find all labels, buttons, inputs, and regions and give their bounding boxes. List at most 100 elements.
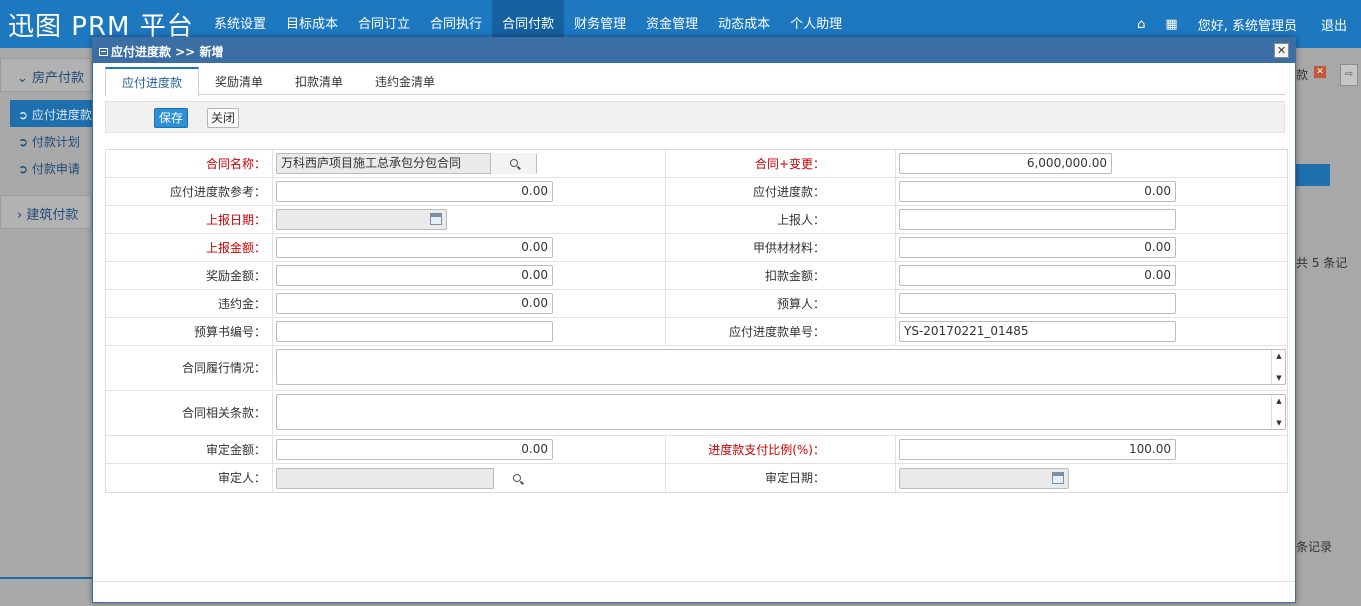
pay-ratio-label: 进度款支付比例(%)： xyxy=(666,436,896,463)
budget-no-field[interactable] xyxy=(276,321,553,342)
reporter-field[interactable] xyxy=(899,209,1176,230)
form-cell xyxy=(273,206,666,233)
form-cell: 0.00 xyxy=(896,178,1287,205)
close-button[interactable]: 关闭 xyxy=(207,108,239,128)
payable-ref-field[interactable]: 0.00 xyxy=(276,181,553,202)
form-cell: 0.00 xyxy=(896,262,1287,289)
form-row: 奖励金额： 0.00 扣款金额： 0.00 xyxy=(106,262,1287,290)
form-cell xyxy=(896,206,1287,233)
home-icon[interactable]: ⌂ xyxy=(1137,17,1145,32)
record-count-text-2: 条记录 xyxy=(1296,540,1333,554)
reward-amount-field[interactable]: 0.00 xyxy=(276,265,553,286)
contract-search-button[interactable] xyxy=(490,153,536,174)
form-row: 审定人： 审定日期： xyxy=(106,464,1287,492)
tab-reward-list[interactable]: 奖励清单 xyxy=(199,67,279,95)
close-tab-icon[interactable]: ✕ xyxy=(1314,66,1326,78)
scrollbar[interactable]: ▲ ▼ xyxy=(1271,350,1285,384)
window-icon xyxy=(99,48,108,56)
contract-name-field[interactable]: 万科西庐项目施工总承包分包合同 xyxy=(276,153,537,174)
report-date-field[interactable] xyxy=(276,209,447,230)
form-row: 应付进度款参考： 0.00 应付进度款： 0.00 xyxy=(106,178,1287,206)
deduct-amount-field[interactable]: 0.00 xyxy=(899,265,1176,286)
grid-icon[interactable]: ▦ xyxy=(1165,17,1177,32)
form-cell: 100.00 xyxy=(896,436,1287,463)
penalty-field[interactable]: 0.00 xyxy=(276,293,553,314)
toolbar: 保存 关闭 xyxy=(105,101,1285,133)
divider xyxy=(0,577,92,579)
supplied-material-field[interactable]: 0.00 xyxy=(899,237,1176,258)
circle-arrow-icon: ➲ xyxy=(18,162,32,176)
sidebar-item-payment-plan[interactable]: ➲ 付款计划 xyxy=(0,127,92,154)
form-cell: 0.00 xyxy=(273,234,666,261)
penalty-label: 违约金： xyxy=(106,290,273,317)
approver-search-button[interactable] xyxy=(493,468,539,489)
background-panel-right: 款 ✕ ⇨ 共 5 条记 条记录 xyxy=(1296,48,1361,606)
scroll-up-icon[interactable]: ▲ xyxy=(1272,397,1286,405)
form-row: 上报日期： 上报人： xyxy=(106,206,1287,234)
form-row: 上报金额： 0.00 甲供材材料： 0.00 xyxy=(106,234,1287,262)
save-button[interactable]: 保存 xyxy=(154,108,188,128)
approve-date-field[interactable] xyxy=(899,468,1069,489)
scroll-down-icon[interactable]: ▼ xyxy=(1272,419,1286,427)
sidebar-group-label: 建筑付款 xyxy=(26,208,79,223)
approved-amount-field[interactable]: 0.00 xyxy=(276,439,553,460)
tab-bar: 应付进度款 奖励清单 扣款清单 违约金清单 xyxy=(105,67,1285,96)
sidebar-item-payment-request[interactable]: ➲ 付款申请 xyxy=(0,154,92,181)
user-greeting[interactable]: 您好, 系统管理员 xyxy=(1198,15,1297,34)
selected-row-highlight xyxy=(1296,164,1330,186)
form-cell: 0.00 xyxy=(273,436,666,463)
form-cell: 0.00 xyxy=(273,290,666,317)
background-tab-text: 款 xyxy=(1296,68,1309,82)
search-icon xyxy=(512,474,521,482)
form-cell xyxy=(896,290,1287,317)
payable-no-field[interactable]: YS-20170221_01485 xyxy=(899,321,1176,342)
modal-dialog: 应付进度款 >> 新增 ✕ 应付进度款 奖励清单 扣款清单 违约金清单 保存 关… xyxy=(92,37,1296,603)
report-amount-field[interactable]: 0.00 xyxy=(276,237,553,258)
form-row: 合同名称： 万科西庐项目施工总承包分包合同 合同+变更： 6,000,000.0… xyxy=(106,150,1287,178)
modal-footer-divider xyxy=(93,581,1295,582)
form-row: 预算书编号： 应付进度款单号： YS-20170221_01485 xyxy=(106,318,1287,346)
logout-link[interactable]: 退出 xyxy=(1321,15,1347,34)
sidebar-item-label: 应付进度款 xyxy=(31,108,92,122)
scroll-up-icon[interactable]: ▲ xyxy=(1272,352,1286,360)
form-cell xyxy=(273,318,666,345)
form-cell: 0.00 xyxy=(273,262,666,289)
close-icon[interactable]: ✕ xyxy=(1274,43,1289,58)
scroll-down-icon[interactable]: ▼ xyxy=(1272,374,1286,382)
performance-textarea[interactable]: ▲ ▼ xyxy=(276,349,1286,385)
form-row: 审定金额： 0.00 进度款支付比例(%)： 100.00 xyxy=(106,436,1287,464)
contract-change-field[interactable]: 6,000,000.00 xyxy=(899,153,1112,174)
calendar-icon[interactable] xyxy=(430,213,442,225)
payable-no-label: 应付进度款单号： xyxy=(666,318,896,345)
clauses-label: 合同相关条款： xyxy=(106,391,273,435)
sidebar-item-payable-progress[interactable]: ➲ 应付进度款 xyxy=(10,100,92,127)
contract-name-label: 合同名称： xyxy=(106,150,273,177)
form-cell: 0.00 xyxy=(273,178,666,205)
tab-deduction-list[interactable]: 扣款清单 xyxy=(279,67,359,95)
sidebar-group-label: 房产付款 xyxy=(32,71,85,86)
sidebar-group-house-payment[interactable]: ⌄ 房产付款 xyxy=(0,58,92,92)
sidebar-item-label: 付款申请 xyxy=(31,162,80,176)
pay-ratio-field[interactable]: 100.00 xyxy=(899,439,1176,460)
scrollbar[interactable]: ▲ ▼ xyxy=(1271,395,1285,429)
calendar-icon[interactable] xyxy=(1052,472,1064,484)
approve-date-label: 审定日期： xyxy=(666,464,896,492)
sidebar-item-label: 付款计划 xyxy=(31,135,80,149)
sidebar-group-building-payment[interactable]: › 建筑付款 xyxy=(0,195,92,229)
approver-field[interactable] xyxy=(276,468,539,489)
payable-field[interactable]: 0.00 xyxy=(899,181,1176,202)
form-cell: ▲ ▼ xyxy=(273,391,1287,435)
form-cell: YS-20170221_01485 xyxy=(896,318,1287,345)
contract-change-label: 合同+变更： xyxy=(666,150,896,177)
deduct-amount-label: 扣款金额： xyxy=(666,262,896,289)
tab-payable-progress[interactable]: 应付进度款 xyxy=(105,67,200,96)
budgeter-field[interactable] xyxy=(899,293,1176,314)
arrow-right-icon[interactable]: ⇨ xyxy=(1340,64,1358,86)
modal-header: 应付进度款 >> 新增 ✕ xyxy=(93,38,1295,63)
budgeter-label: 预算人： xyxy=(666,290,896,317)
form-cell: 6,000,000.00 xyxy=(896,150,1287,177)
clauses-textarea[interactable]: ▲ ▼ xyxy=(276,394,1286,430)
tab-penalty-list[interactable]: 违约金清单 xyxy=(359,67,451,95)
report-amount-label: 上报金额： xyxy=(106,234,273,261)
record-count-text: 共 5 条记 xyxy=(1296,256,1348,270)
